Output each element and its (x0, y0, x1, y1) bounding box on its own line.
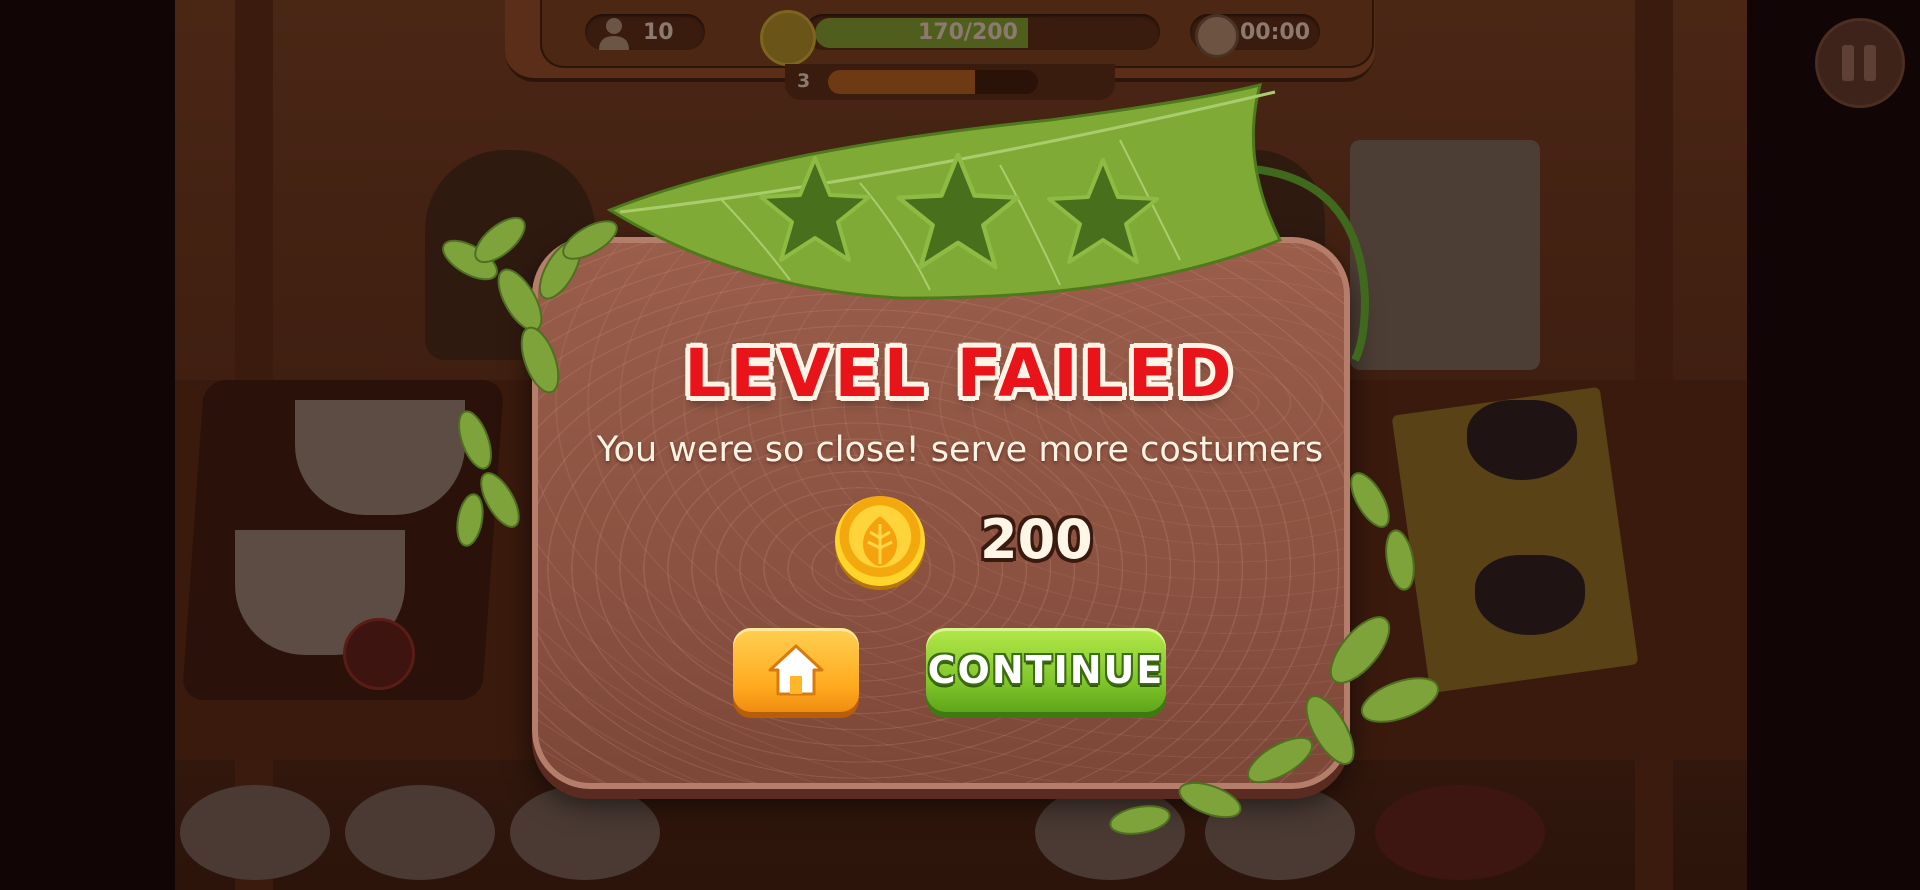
timer-value: 00:00 (1240, 20, 1311, 45)
star-slot-2-icon (896, 152, 1020, 270)
fire-icon (343, 618, 415, 690)
food-plate (180, 785, 330, 880)
dialog-title: LEVEL FAILED (684, 335, 1236, 412)
food-plate (1035, 785, 1185, 880)
dialog-message: You were so close! serve more costumers (596, 430, 1324, 470)
mortar-bowl (1475, 555, 1585, 635)
coin-goal-text: 170/200 (918, 20, 1018, 45)
leaf-coin-icon (835, 496, 925, 586)
star-slot-1-icon (759, 156, 871, 262)
food-plate (510, 785, 660, 880)
level-progress-bar (828, 70, 1038, 94)
star-slot-3-icon (1047, 158, 1159, 264)
coin-icon (760, 10, 816, 66)
pause-icon (1842, 45, 1854, 81)
food-plate (1205, 785, 1355, 880)
food-plate (345, 785, 495, 880)
level-number: 3 (797, 70, 811, 92)
reward-amount: 200 (980, 508, 1093, 571)
food-bucket (1375, 785, 1545, 880)
clock-icon (1195, 14, 1239, 58)
pause-button[interactable] (1815, 18, 1905, 108)
home-button[interactable] (733, 628, 859, 712)
continue-button[interactable]: CONTINUE (926, 628, 1166, 712)
customers-count: 10 (643, 20, 674, 45)
customer-icon (599, 18, 629, 50)
pause-icon (1864, 45, 1876, 81)
home-icon (768, 644, 824, 696)
